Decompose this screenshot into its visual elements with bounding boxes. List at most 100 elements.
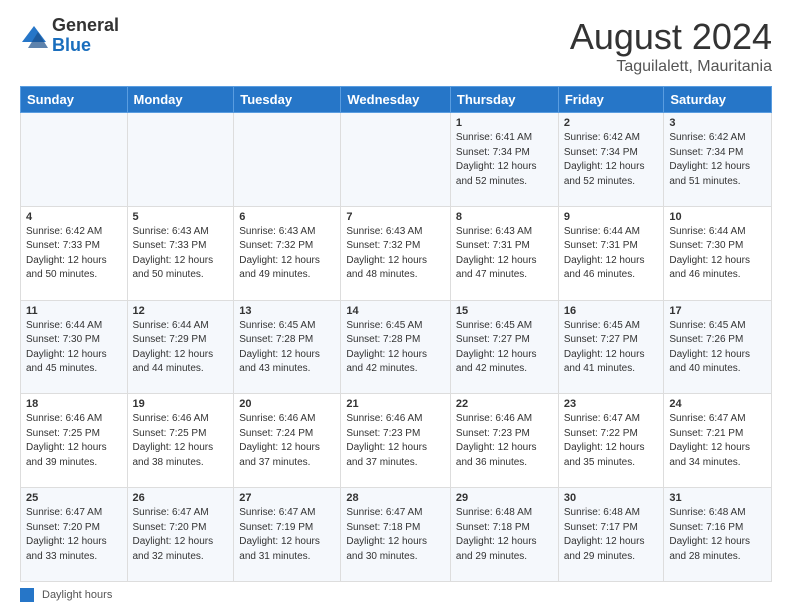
day-info: Sunrise: 6:45 AM Sunset: 7:28 PM Dayligh… xyxy=(346,319,445,377)
legend-label: Daylight hours xyxy=(42,589,112,601)
day-info: Sunrise: 6:46 AM Sunset: 7:25 PM Dayligh… xyxy=(133,412,229,470)
logo-text: General Blue xyxy=(52,16,119,56)
day-number: 19 xyxy=(133,398,229,410)
day-header-sunday: Sunday xyxy=(21,87,128,113)
day-header-monday: Monday xyxy=(127,87,234,113)
calendar-cell: 9Sunrise: 6:44 AM Sunset: 7:31 PM Daylig… xyxy=(558,206,664,300)
day-header-thursday: Thursday xyxy=(450,87,558,113)
day-info: Sunrise: 6:44 AM Sunset: 7:30 PM Dayligh… xyxy=(669,225,766,283)
day-info: Sunrise: 6:47 AM Sunset: 7:22 PM Dayligh… xyxy=(564,412,659,470)
day-number: 27 xyxy=(239,492,335,504)
day-number: 1 xyxy=(456,117,553,129)
day-info: Sunrise: 6:43 AM Sunset: 7:31 PM Dayligh… xyxy=(456,225,553,283)
day-info: Sunrise: 6:47 AM Sunset: 7:20 PM Dayligh… xyxy=(133,506,229,564)
day-info: Sunrise: 6:41 AM Sunset: 7:34 PM Dayligh… xyxy=(456,131,553,189)
day-info: Sunrise: 6:48 AM Sunset: 7:16 PM Dayligh… xyxy=(669,506,766,564)
day-number: 16 xyxy=(564,305,659,317)
calendar-cell: 10 Sunrise: 6:44 AM Sunset: 7:30 PM Dayli… xyxy=(664,206,772,300)
week-row-5: 25Sunrise: 6:47 AM Sunset: 7:20 PM Dayli… xyxy=(21,488,772,582)
week-row-3: 11 Sunrise: 6:44 AM Sunset: 7:30 PM Dayli… xyxy=(21,300,772,394)
logo-general-text: General xyxy=(52,15,119,35)
day-header-friday: Friday xyxy=(558,87,664,113)
day-info: Sunrise: 6:47 AM Sunset: 7:18 PM Dayligh… xyxy=(346,506,445,564)
day-info: Sunrise: 6:47 AM Sunset: 7:19 PM Dayligh… xyxy=(239,506,335,564)
calendar-cell: 25Sunrise: 6:47 AM Sunset: 7:20 PM Dayli… xyxy=(21,488,128,582)
day-info: Sunrise: 6:45 AM Sunset: 7:27 PM Dayligh… xyxy=(456,319,553,377)
day-number: 20 xyxy=(239,398,335,410)
calendar-cell: 24 Sunrise: 6:47 AM Sunset: 7:21 PM Dayli… xyxy=(664,394,772,488)
location: Taguilalett, Mauritania xyxy=(570,58,772,76)
calendar: SundayMondayTuesdayWednesdayThursdayFrid… xyxy=(20,86,772,582)
day-number: 30 xyxy=(564,492,659,504)
calendar-cell: 27 Sunrise: 6:47 AM Sunset: 7:19 PM Dayli… xyxy=(234,488,341,582)
day-number: 8 xyxy=(456,211,553,223)
calendar-cell: 18 Sunrise: 6:46 AM Sunset: 7:25 PM Dayli… xyxy=(21,394,128,488)
calendar-cell xyxy=(21,113,128,207)
day-number: 23 xyxy=(564,398,659,410)
logo: General Blue xyxy=(20,16,119,56)
title-block: August 2024 Taguilalett, Mauritania xyxy=(570,16,772,76)
header: General Blue August 2024 Taguilalett, Ma… xyxy=(20,16,772,76)
calendar-cell: 3Sunrise: 6:42 AM Sunset: 7:34 PM Daylig… xyxy=(664,113,772,207)
calendar-cell: 31 Sunrise: 6:48 AM Sunset: 7:16 PM Dayli… xyxy=(664,488,772,582)
day-info: Sunrise: 6:43 AM Sunset: 7:32 PM Dayligh… xyxy=(346,225,445,283)
day-number: 5 xyxy=(133,211,229,223)
day-number: 13 xyxy=(239,305,335,317)
day-info: Sunrise: 6:43 AM Sunset: 7:32 PM Dayligh… xyxy=(239,225,335,283)
day-info: Sunrise: 6:44 AM Sunset: 7:30 PM Dayligh… xyxy=(26,319,122,377)
calendar-cell: 28 Sunrise: 6:47 AM Sunset: 7:18 PM Dayli… xyxy=(341,488,451,582)
day-number: 14 xyxy=(346,305,445,317)
day-number: 24 xyxy=(669,398,766,410)
calendar-cell xyxy=(234,113,341,207)
calendar-cell xyxy=(341,113,451,207)
day-info: Sunrise: 6:45 AM Sunset: 7:26 PM Dayligh… xyxy=(669,319,766,377)
calendar-cell: 26Sunrise: 6:47 AM Sunset: 7:20 PM Dayli… xyxy=(127,488,234,582)
calendar-cell: 4Sunrise: 6:42 AM Sunset: 7:33 PM Daylig… xyxy=(21,206,128,300)
day-info: Sunrise: 6:45 AM Sunset: 7:28 PM Dayligh… xyxy=(239,319,335,377)
legend-box xyxy=(20,588,34,602)
calendar-cell: 23 Sunrise: 6:47 AM Sunset: 7:22 PM Dayli… xyxy=(558,394,664,488)
day-info: Sunrise: 6:47 AM Sunset: 7:20 PM Dayligh… xyxy=(26,506,122,564)
day-number: 29 xyxy=(456,492,553,504)
week-row-1: 1 Sunrise: 6:41 AM Sunset: 7:34 PM Daylig… xyxy=(21,113,772,207)
calendar-cell xyxy=(127,113,234,207)
calendar-cell: 22 Sunrise: 6:46 AM Sunset: 7:23 PM Dayli… xyxy=(450,394,558,488)
calendar-cell: 2Sunrise: 6:42 AM Sunset: 7:34 PM Daylig… xyxy=(558,113,664,207)
day-number: 3 xyxy=(669,117,766,129)
calendar-cell: 1 Sunrise: 6:41 AM Sunset: 7:34 PM Daylig… xyxy=(450,113,558,207)
day-number: 9 xyxy=(564,211,659,223)
day-number: 22 xyxy=(456,398,553,410)
day-info: Sunrise: 6:48 AM Sunset: 7:18 PM Dayligh… xyxy=(456,506,553,564)
calendar-cell: 19 Sunrise: 6:46 AM Sunset: 7:25 PM Dayli… xyxy=(127,394,234,488)
calendar-cell: 7 Sunrise: 6:43 AM Sunset: 7:32 PM Daylig… xyxy=(341,206,451,300)
calendar-cell: 13 Sunrise: 6:45 AM Sunset: 7:28 PM Dayli… xyxy=(234,300,341,394)
footer: Daylight hours xyxy=(20,588,772,602)
day-info: Sunrise: 6:46 AM Sunset: 7:23 PM Dayligh… xyxy=(456,412,553,470)
logo-blue-text: Blue xyxy=(52,35,91,55)
day-number: 7 xyxy=(346,211,445,223)
calendar-cell: 30 Sunrise: 6:48 AM Sunset: 7:17 PM Dayli… xyxy=(558,488,664,582)
calendar-cell: 11 Sunrise: 6:44 AM Sunset: 7:30 PM Dayli… xyxy=(21,300,128,394)
day-number: 28 xyxy=(346,492,445,504)
calendar-cell: 15Sunrise: 6:45 AM Sunset: 7:27 PM Dayli… xyxy=(450,300,558,394)
calendar-cell: 29 Sunrise: 6:48 AM Sunset: 7:18 PM Dayli… xyxy=(450,488,558,582)
day-info: Sunrise: 6:47 AM Sunset: 7:21 PM Dayligh… xyxy=(669,412,766,470)
calendar-cell: 16Sunrise: 6:45 AM Sunset: 7:27 PM Dayli… xyxy=(558,300,664,394)
day-number: 31 xyxy=(669,492,766,504)
calendar-table: SundayMondayTuesdayWednesdayThursdayFrid… xyxy=(20,86,772,582)
day-number: 21 xyxy=(346,398,445,410)
day-info: Sunrise: 6:44 AM Sunset: 7:29 PM Dayligh… xyxy=(133,319,229,377)
calendar-cell: 20 Sunrise: 6:46 AM Sunset: 7:24 PM Dayli… xyxy=(234,394,341,488)
week-row-2: 4Sunrise: 6:42 AM Sunset: 7:33 PM Daylig… xyxy=(21,206,772,300)
calendar-cell: 17Sunrise: 6:45 AM Sunset: 7:26 PM Dayli… xyxy=(664,300,772,394)
day-number: 11 xyxy=(26,305,122,317)
day-number: 18 xyxy=(26,398,122,410)
day-header-wednesday: Wednesday xyxy=(341,87,451,113)
day-number: 10 xyxy=(669,211,766,223)
day-number: 6 xyxy=(239,211,335,223)
day-info: Sunrise: 6:46 AM Sunset: 7:25 PM Dayligh… xyxy=(26,412,122,470)
day-info: Sunrise: 6:48 AM Sunset: 7:17 PM Dayligh… xyxy=(564,506,659,564)
day-number: 2 xyxy=(564,117,659,129)
day-info: Sunrise: 6:46 AM Sunset: 7:24 PM Dayligh… xyxy=(239,412,335,470)
calendar-cell: 8 Sunrise: 6:43 AM Sunset: 7:31 PM Daylig… xyxy=(450,206,558,300)
